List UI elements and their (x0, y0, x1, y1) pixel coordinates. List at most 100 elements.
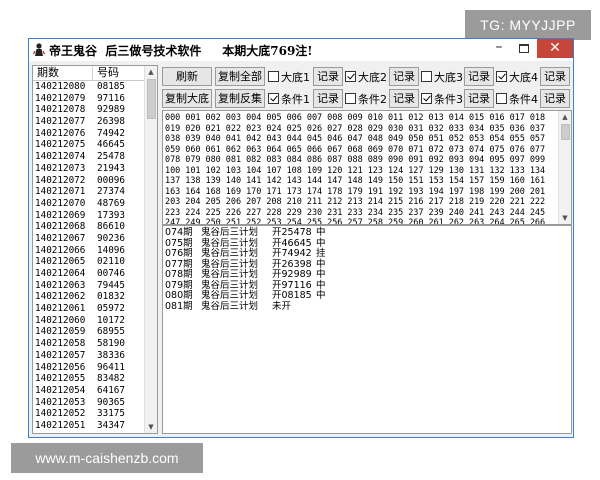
list-item[interactable]: 140212080 08185 (33, 81, 145, 93)
checkbox-base-2[interactable]: 大底2 (345, 67, 387, 86)
grid-scrollbar[interactable]: ▲ ▼ (558, 111, 571, 224)
checkbox-condition-2[interactable]: 条件2 (345, 89, 387, 108)
maximize-button[interactable] (510, 39, 538, 58)
copy-base-button[interactable]: 复制大底 (162, 89, 212, 108)
column-header-number[interactable]: 号码 (93, 66, 145, 81)
number-cell: 00096 (97, 174, 125, 186)
list-item[interactable]: 140212069 17393 (33, 210, 145, 222)
number-grid-line: 203 204 205 206 207 208 210 211 212 213 … (165, 197, 546, 207)
list-item[interactable]: 140212058 58190 (33, 338, 145, 350)
scroll-thumb[interactable] (147, 79, 156, 119)
copy-reverse-button[interactable]: 复制反集 (215, 89, 265, 108)
record-button-8[interactable]: 记录 (540, 89, 570, 108)
number-cell: 21943 (97, 162, 125, 174)
period-cell: 140212075 (35, 139, 86, 151)
list-scrollbar[interactable]: ▲ ▼ (144, 66, 157, 433)
number-grid-line: 078 079 080 081 082 083 084 086 087 088 … (165, 155, 546, 165)
minimize-button[interactable]: – (485, 39, 513, 58)
list-item[interactable]: 140212076 74942 (33, 128, 145, 140)
title-bar[interactable]: 帝王鬼谷 后三做号技术软件 本期大底769注! – ✕ (29, 39, 573, 61)
number-grid: 000 001 002 003 004 005 006 007 008 009 … (165, 113, 557, 224)
list-item[interactable]: 140212070 48769 (33, 198, 145, 210)
number-cell: 34347 (97, 419, 125, 431)
list-item[interactable]: 14021205087272 (33, 432, 145, 433)
list-item[interactable]: 140212059 68955 (33, 326, 145, 338)
close-button[interactable]: ✕ (537, 39, 573, 58)
list-item[interactable]: 140212062 01832 (33, 291, 145, 303)
scroll-up-icon[interactable]: ▲ (559, 111, 571, 123)
period-cell: 140212065 (35, 256, 86, 268)
checkbox-condition-1[interactable]: 条件1 (268, 89, 310, 108)
checkbox-box[interactable] (496, 93, 507, 104)
period-cell: 140212063 (35, 279, 86, 291)
checkbox-box[interactable] (421, 71, 432, 82)
checkbox-box[interactable] (268, 93, 279, 104)
plan-log-textarea[interactable]: 074期 鬼谷后三计划 开25478 中 075期 鬼谷后三计划 开46645 中 076期 鬼谷… (162, 225, 572, 434)
list-item[interactable]: 140212074 25478 (33, 151, 145, 163)
list-item[interactable]: 140212064 00746 (33, 268, 145, 280)
period-cell: 140212073 (35, 162, 86, 174)
list-item[interactable]: 140212053 90365 (33, 397, 145, 409)
record-button-1[interactable]: 记录 (313, 67, 343, 86)
checkbox-box[interactable] (496, 71, 507, 82)
record-button-5[interactable]: 记录 (313, 89, 343, 108)
log-period: 081期 (165, 300, 193, 312)
checkbox-box[interactable] (421, 93, 432, 104)
checkbox-condition-3[interactable]: 条件3 (421, 89, 463, 108)
number-grid-line: 059 060 061 062 063 064 065 066 067 068 … (165, 144, 546, 155)
record-button-7[interactable]: 记录 (464, 89, 494, 108)
checkbox-box[interactable] (345, 71, 356, 82)
scroll-up-icon[interactable]: ▲ (145, 66, 157, 78)
checkbox-base-4[interactable]: 大底4 (496, 67, 538, 86)
number-grid-textarea[interactable]: 000 001 002 003 004 005 006 007 008 009 … (162, 110, 572, 225)
checkbox-base-1[interactable]: 大底1 (268, 67, 310, 86)
list-item[interactable]: 140212067 90236 (33, 233, 145, 245)
draw-history-list[interactable]: 期数 号码 140212080 08185 140212079 97116 140212… (32, 65, 158, 434)
checkbox-condition-4[interactable]: 条件4 (496, 89, 538, 108)
log-result: 未开 (272, 300, 292, 312)
plan-log: 074期 鬼谷后三计划 开25478 中 075期 鬼谷后三计划 开46645 中 076期 鬼谷… (165, 227, 330, 313)
list-item[interactable]: 140212065 02110 (33, 256, 145, 268)
refresh-button[interactable]: 刷新 (162, 67, 212, 86)
checkbox-base-3[interactable]: 大底3 (421, 67, 463, 86)
number-cell: 68955 (97, 326, 125, 338)
list-item[interactable]: 140212071 27374 (33, 186, 145, 198)
list-item[interactable]: 140212068 86610 (33, 221, 145, 233)
list-item[interactable]: 140212051 34347 (33, 420, 145, 432)
copy-all-button[interactable]: 复制全部 (215, 67, 265, 86)
list-item[interactable]: 140212056 96411 (33, 362, 145, 374)
record-button-2[interactable]: 记录 (389, 67, 419, 86)
record-button-6[interactable]: 记录 (389, 89, 419, 108)
plan-log-line: 081期 鬼谷后三计划 未开 (165, 300, 330, 313)
list-item[interactable]: 140212054 64167 (33, 385, 145, 397)
list-item[interactable]: 140212073 21943 (33, 163, 145, 175)
number-cell: 01832 (97, 291, 125, 303)
period-cell: 140212053 (35, 396, 86, 408)
period-cell: 140212070 (35, 197, 86, 209)
log-plan-name: 鬼谷后三计划 (201, 269, 259, 280)
list-item[interactable]: 140212057 38336 (33, 350, 145, 362)
plan-log-line: 078期 鬼谷后三计划 开92989 中 (165, 269, 330, 281)
list-item[interactable]: 140212075 46645 (33, 139, 145, 151)
list-item[interactable]: 140212077 26398 (33, 116, 145, 128)
list-item[interactable]: 140212061 05972 (33, 303, 145, 315)
list-item[interactable]: 140212078 92989 (33, 104, 145, 116)
column-header-period[interactable]: 期数 (33, 66, 93, 81)
list-item[interactable]: 140212063 79445 (33, 280, 145, 292)
list-item[interactable]: 140212072 00096 (33, 175, 145, 187)
period-cell: 140212054 (35, 384, 86, 396)
scroll-down-icon[interactable]: ▼ (559, 212, 571, 224)
list-item[interactable]: 140212060 10172 (33, 315, 145, 327)
list-item[interactable]: 140212066 14096 (33, 245, 145, 257)
list-item[interactable]: 140212079 97116 (33, 93, 145, 105)
checkbox-box[interactable] (345, 93, 356, 104)
record-button-4[interactable]: 记录 (540, 67, 570, 86)
scroll-thumb[interactable] (561, 124, 570, 140)
scroll-down-icon[interactable]: ▼ (145, 421, 157, 433)
list-item[interactable]: 140212052 33175 (33, 408, 145, 420)
number-grid-line: 038 039 040 041 042 043 044 045 046 047 … (165, 134, 546, 144)
app-icon (32, 42, 46, 57)
checkbox-box[interactable] (268, 71, 279, 82)
record-button-3[interactable]: 记录 (464, 67, 494, 86)
list-item[interactable]: 140212055 83482 (33, 373, 145, 385)
